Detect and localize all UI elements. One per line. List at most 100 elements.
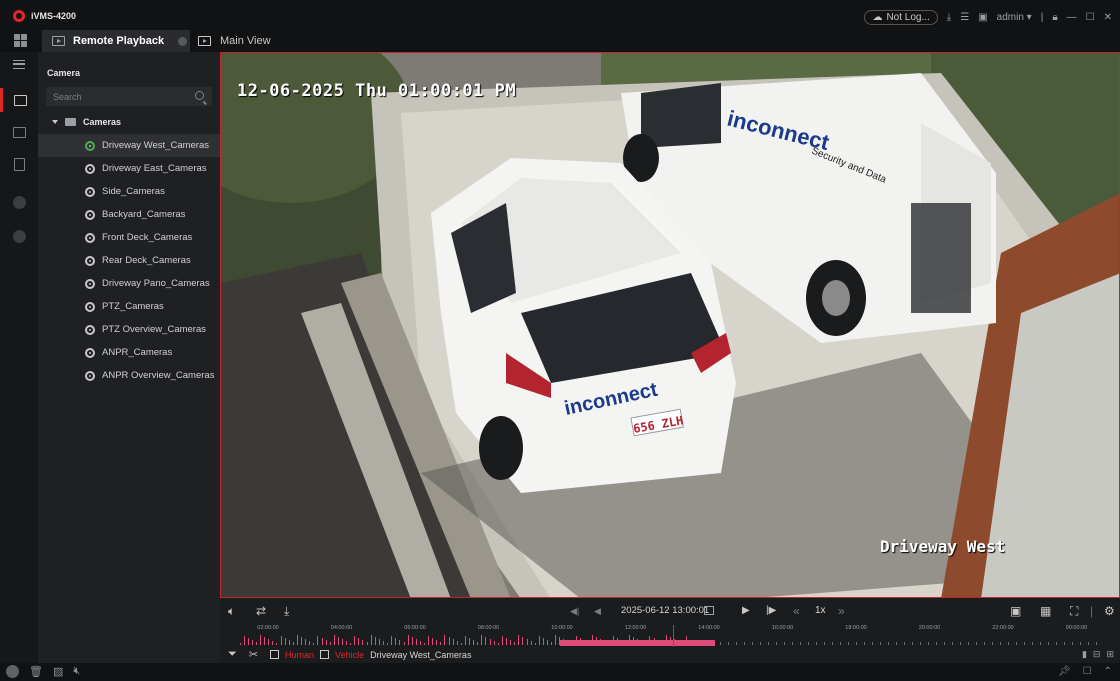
minimize-icon[interactable]: — [1067,12,1077,23]
timeline-minor-tick [792,642,793,645]
camera-view-icon[interactable] [0,88,38,112]
camera-icon [85,186,95,197]
anpr-view-icon[interactable] [0,190,38,214]
play-icon[interactable]: ▶ [742,605,750,617]
download-icon[interactable]: ⤓ [947,12,951,23]
fast-icon[interactable]: » [838,605,845,617]
camera-list-item[interactable]: Driveway East_Cameras [38,157,220,180]
recording-tick [289,640,290,645]
tab-main-view[interactable]: Main View [198,30,271,52]
status-right: 📌︎ ☐ ⌃ [1058,666,1112,677]
timeline-minor-tick [952,642,953,645]
timeline-minor-tick [880,642,881,645]
mute-icon[interactable]: 🔇︎ [73,665,80,678]
timeline[interactable]: 02:00:00 04:00:00 06:00:00 08:00:00 10:00:00… [220,625,1120,647]
recording-tick [457,641,458,645]
recording-tick [584,640,585,645]
recording-tick [555,635,556,645]
recording-view-icon[interactable] [0,152,38,176]
search-icon[interactable] [195,91,204,100]
timeline-minor-tick [1024,642,1025,645]
adjust-icon[interactable]: ⇄ [256,605,266,617]
filter-icon[interactable]: ⏷ [228,648,237,661]
calendar-icon[interactable] [704,606,714,615]
tab-close-icon[interactable] [178,36,188,46]
camera-list-item[interactable]: Rear Deck_Cameras [38,249,220,272]
collapse-up-icon[interactable]: ⌃ [1104,666,1112,677]
camera-list-item[interactable]: Driveway Pano_Cameras [38,272,220,295]
zoom-in-icon[interactable]: ⊞ [1106,649,1114,660]
next-frame-icon[interactable]: |▶ [766,605,776,617]
zoom-timeline-icon[interactable]: ▮ [1082,649,1087,660]
cloud-status-button[interactable]: ☁ Not Log... [864,9,938,25]
module-grid-icon[interactable] [14,34,27,47]
fullscreen-icon[interactable]: ⛶ [1070,605,1078,617]
window-icon[interactable]: ☐ [1083,666,1092,677]
recording-tick [633,637,634,645]
camera-list-item[interactable]: Side_Cameras [38,180,220,203]
timeline-minor-tick [896,642,897,645]
recording-tick [424,643,425,645]
layout-icon[interactable]: ▦ [1040,605,1051,617]
delete-icon[interactable]: 🗑︎ [29,665,43,678]
download-icon[interactable]: ⤓ [284,605,289,617]
pin-icon[interactable]: 📌︎ [1058,666,1071,677]
timeline-minor-tick [968,642,969,645]
volume-icon[interactable]: 🔈︎ [228,605,235,617]
recording-tick [506,638,507,645]
event-view-icon[interactable] [0,120,38,144]
image-icon[interactable]: ▨ [53,665,63,678]
camera-list-item[interactable]: Backyard_Cameras [38,203,220,226]
recording-tick [268,639,269,645]
slow-icon[interactable]: « [793,605,800,617]
chevron-down-icon[interactable] [52,120,58,124]
filter-camera-name: Driveway West_Cameras [370,649,472,660]
camera-list-item[interactable]: PTZ Overview_Cameras [38,318,220,341]
recording-tick [342,639,343,645]
camera-list-item[interactable]: ANPR Overview_Cameras [38,364,220,387]
timeline-minor-tick [720,642,721,645]
search-input[interactable] [53,90,193,103]
camera-list-item[interactable]: PTZ_Cameras [38,295,220,318]
maximize-icon[interactable]: ☐ [1086,12,1095,23]
recording-tick [375,637,376,645]
screen-icon[interactable]: ▣ [978,12,987,23]
vehicle-checkbox[interactable] [320,650,330,659]
timeline-tick-label: 10:00:00 [551,625,573,631]
tree-root-cameras[interactable]: Cameras [52,115,121,129]
reverse-icon[interactable]: ◀ [594,605,601,617]
clip-icon[interactable]: ✂ [249,648,258,661]
recording-tick [240,643,241,645]
zoom-out-icon[interactable]: ⊟ [1093,649,1101,660]
user-name: admin [996,11,1024,23]
camera-list-item[interactable]: ANPR_Cameras [38,341,220,364]
capture-icon[interactable]: ▣ [1010,605,1021,617]
video-window[interactable]: inconnect Security and Data inconnect 65… [220,52,1120,598]
camera-list-item[interactable]: Front Deck_Cameras [38,226,220,249]
lock-icon[interactable]: 🔒︎ [1052,12,1057,23]
smart-view-icon[interactable] [0,224,38,248]
camera-list-item[interactable]: Driveway West_Cameras [38,134,220,157]
camera-name: Driveway Pano_Cameras [102,278,210,289]
list-icon[interactable]: ☰ [960,12,969,23]
recording-tick [514,642,515,645]
recording-tick [297,635,298,645]
recording-tick [576,636,577,645]
settings-icon[interactable]: ⚙ [1104,605,1115,617]
playback-datetime[interactable]: 2025-06-12 13:00:01 [621,605,709,616]
tree-root-label: Cameras [83,117,122,127]
alarm-icon[interactable] [6,665,19,678]
recording-tick [244,636,245,645]
timeline-tick-label: 08:00:00 [477,625,500,631]
recording-tick [252,640,253,645]
recording-tick [367,642,368,645]
recording-tick [477,642,478,645]
recording-tick [543,638,544,645]
close-icon[interactable]: ✕ [1104,12,1112,23]
user-menu[interactable]: admin ▾ [997,12,1032,23]
human-checkbox[interactable] [270,650,280,659]
menu-icon[interactable] [0,52,38,76]
timeline-cursor[interactable] [673,625,674,647]
tab-remote-playback[interactable]: Remote Playback [42,30,190,52]
previous-frame-icon[interactable]: ◀| [570,605,579,617]
